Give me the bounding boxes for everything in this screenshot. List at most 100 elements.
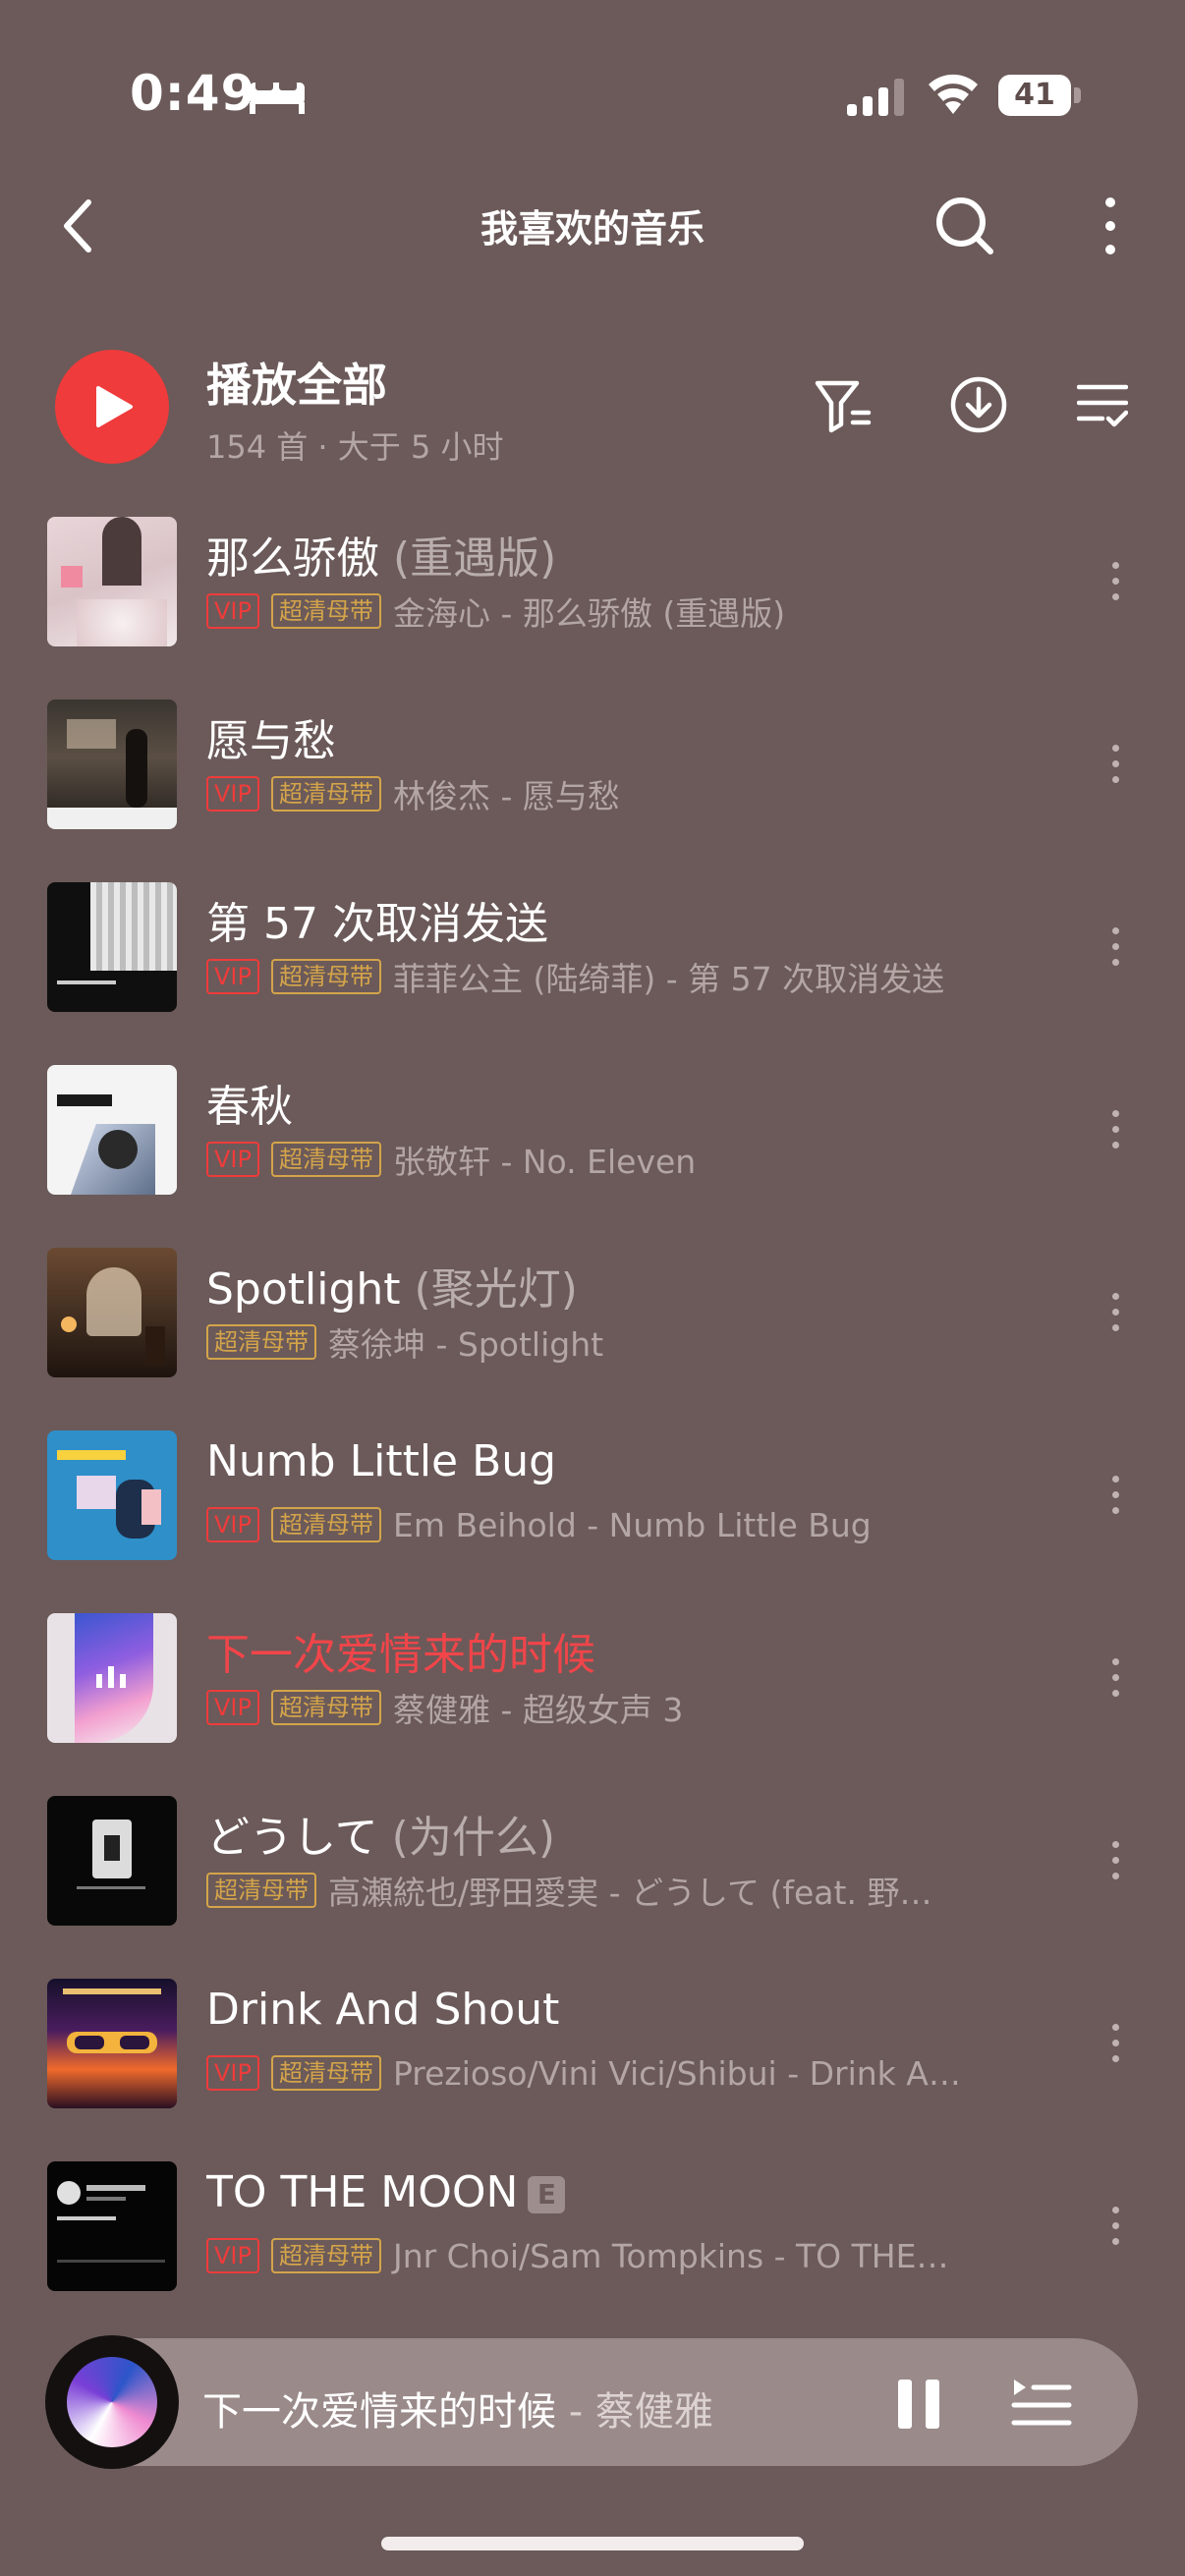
battery-level: 41 (998, 75, 1071, 116)
now-playing-title: 下一次爱情来的时候 (202, 2389, 556, 2435)
play-icon (96, 386, 133, 427)
play-all-label[interactable]: 播放全部 (206, 350, 387, 415)
track-count-duration: 154 首 · 大于 5 小时 (206, 428, 504, 466)
master-quality-badge: 超清母带 (270, 2055, 381, 2091)
batch-manage-icon[interactable] (1077, 381, 1128, 428)
master-quality-badge: 超清母带 (270, 2238, 381, 2273)
song-title: 春秋 (206, 1082, 293, 1132)
filter-icon[interactable] (814, 379, 873, 434)
vip-badge: VIP (206, 1507, 259, 1542)
album-cover (47, 517, 177, 646)
master-quality-badge: 超清母带 (206, 1873, 316, 1908)
album-cover (47, 1613, 177, 1743)
song-more-icon[interactable] (1100, 1100, 1130, 1159)
song-subtitle: VIP 超清母带 Jnr Choi/Sam Tompkins - TO THE… (206, 2234, 948, 2277)
artist-album: 高瀬統也/野田愛実 - どうして (feat. 野… (328, 1874, 932, 1912)
song-title: 第 57 次取消发送 (206, 899, 548, 949)
artist-album: 张敬轩 - No. Eleven (392, 1143, 697, 1181)
explicit-badge: E (528, 2176, 566, 2213)
master-quality-badge: 超清母带 (206, 1324, 316, 1360)
song-more-icon[interactable] (1100, 2014, 1130, 2073)
song-row[interactable]: 愿与愁 VIP 超清母带 林俊杰 - 愿与愁 (0, 688, 1185, 870)
album-cover (47, 700, 177, 829)
play-all-row: 播放全部 154 首 · 大于 5 小时 (0, 340, 1185, 477)
now-playing-disc[interactable] (45, 2335, 179, 2469)
song-row[interactable]: 春秋 VIP 超清母带 张敬轩 - No. Eleven (0, 1053, 1185, 1236)
artist-album: 林俊杰 - 愿与愁 (392, 777, 620, 815)
pause-icon[interactable] (894, 2378, 943, 2431)
master-quality-badge: 超清母带 (270, 776, 381, 812)
song-subtitle: VIP 超清母带 Em Beihold - Numb Little Bug (206, 1503, 872, 1546)
status-bar: 0:49 41 (0, 0, 1185, 187)
song-subtitle: 超清母带 蔡徐坤 - Spotlight (206, 1320, 603, 1364)
vip-badge: VIP (206, 593, 259, 629)
song-subtitle: 超清母带 高瀬統也/野田愛実 - どうして (feat. 野… (206, 1869, 931, 1912)
song-title: 那么骄傲 (重遇版) (206, 533, 557, 584)
song-row[interactable]: 那么骄傲 (重遇版) VIP 超清母带 金海心 - 那么骄傲 (重遇版) (0, 505, 1185, 688)
artist-album: 金海心 - 那么骄傲 (重遇版) (392, 594, 786, 633)
artist-album: 蔡徐坤 - Spotlight (328, 1325, 604, 1364)
song-more-icon[interactable] (1100, 552, 1130, 611)
song-row[interactable]: 下一次爱情来的时候 VIP 超清母带 蔡健雅 - 超级女声 3 (0, 1601, 1185, 1784)
nav-bar: 我喜欢的音乐 (0, 177, 1185, 275)
song-more-icon[interactable] (1100, 2197, 1130, 2256)
mini-player[interactable]: 下一次爱情来的时候 - 蔡健雅 (45, 2335, 1138, 2469)
master-quality-badge: 超清母带 (270, 1507, 381, 1542)
album-cover (47, 1796, 177, 1926)
song-more-icon[interactable] (1100, 1649, 1130, 1708)
download-icon[interactable] (949, 375, 1008, 434)
song-subtitle: VIP 超清母带 Prezioso/Vini Vici/Shibui - Dri… (206, 2051, 961, 2095)
master-quality-badge: 超清母带 (270, 593, 381, 629)
song-more-icon[interactable] (1100, 1283, 1130, 1342)
master-quality-badge: 超清母带 (270, 959, 381, 994)
playlist-icon[interactable] (1010, 2376, 1073, 2431)
artist-album: 菲菲公主 (陆绮菲) - 第 57 次取消发送 (392, 960, 945, 998)
vip-badge: VIP (206, 2055, 259, 2091)
play-all-button[interactable] (55, 350, 169, 464)
song-row[interactable]: Numb Little Bug VIP 超清母带 Em Beihold - Nu… (0, 1419, 1185, 1601)
vip-badge: VIP (206, 959, 259, 994)
song-title: どうして (为什么) (206, 1813, 556, 1863)
artist-album: Prezioso/Vini Vici/Shibui - Drink A… (392, 2053, 961, 2093)
battery-icon: 41 (998, 75, 1081, 116)
artist-album: Jnr Choi/Sam Tompkins - TO THE… (392, 2236, 949, 2275)
page-title: 我喜欢的音乐 (480, 207, 705, 251)
song-title-now-playing: 下一次爱情来的时候 (206, 1630, 595, 1680)
master-quality-badge: 超清母带 (270, 1142, 381, 1177)
vip-badge: VIP (206, 2238, 259, 2273)
vip-badge: VIP (206, 1690, 259, 1725)
now-playing-cover (67, 2357, 157, 2447)
song-row[interactable]: Spotlight (聚光灯) 超清母带 蔡徐坤 - Spotlight (0, 1236, 1185, 1419)
home-indicator (381, 2537, 804, 2550)
status-time: 0:49 (130, 65, 256, 122)
song-more-icon[interactable] (1100, 918, 1130, 977)
song-row[interactable]: 第 57 次取消发送 VIP 超清母带 菲菲公主 (陆绮菲) - 第 57 次取… (0, 870, 1185, 1053)
album-cover (47, 2161, 177, 2291)
song-more-icon[interactable] (1100, 1466, 1130, 1525)
cellular-signal-icon (847, 79, 904, 116)
now-playing-text[interactable]: 下一次爱情来的时候 - 蔡健雅 (202, 2380, 713, 2436)
song-subtitle: VIP 超清母带 菲菲公主 (陆绮菲) - 第 57 次取消发送 (206, 955, 944, 998)
song-row[interactable]: TO THE MOON E VIP 超清母带 Jnr Choi/Sam Tompk… (0, 2150, 1185, 2332)
wifi-icon (929, 74, 978, 114)
song-row[interactable]: Drink And Shout VIP 超清母带 Prezioso/Vini V… (0, 1967, 1185, 2150)
song-title: 愿与愁 (206, 716, 336, 766)
more-options-icon[interactable] (1091, 195, 1130, 257)
song-title: Numb Little Bug (206, 1436, 557, 1486)
album-cover (47, 1065, 177, 1195)
sleep-focus-icon (250, 81, 305, 114)
search-icon[interactable] (933, 195, 996, 257)
song-subtitle: VIP 超清母带 蔡健雅 - 超级女声 3 (206, 1686, 683, 1729)
master-quality-badge: 超清母带 (270, 1690, 381, 1725)
song-title: Drink And Shout (206, 1985, 560, 2035)
song-subtitle: VIP 超清母带 张敬轩 - No. Eleven (206, 1138, 696, 1181)
album-cover (47, 1979, 177, 2108)
artist-album: Em Beihold - Numb Little Bug (392, 1505, 872, 1544)
song-subtitle: VIP 超清母带 金海心 - 那么骄傲 (重遇版) (206, 589, 785, 633)
now-playing-artist: - 蔡健雅 (556, 2389, 713, 2435)
artist-album: 蔡健雅 - 超级女声 3 (392, 1691, 684, 1729)
song-row[interactable]: どうして (为什么) 超清母带 高瀬統也/野田愛実 - どうして (feat. … (0, 1784, 1185, 1967)
song-more-icon[interactable] (1100, 735, 1130, 794)
song-more-icon[interactable] (1100, 1831, 1130, 1890)
vip-badge: VIP (206, 1142, 259, 1177)
